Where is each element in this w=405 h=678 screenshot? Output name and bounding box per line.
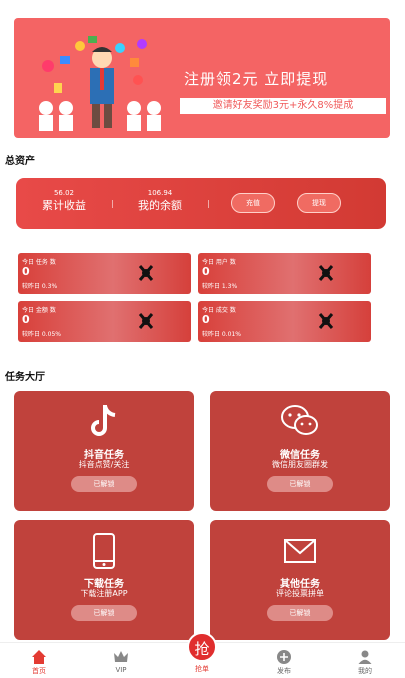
assets-card: 56.02 累计收益 106.94 我的余额 充值 提现 [16,178,386,229]
stat-value: 0 [22,265,30,278]
unlocked-button[interactable]: 已解锁 [71,605,137,621]
task-desc: 微信朋友圈群发 [272,460,328,469]
task-desc: 抖音点赞/关注 [78,460,130,469]
trend-icon [318,313,334,329]
stat-value: 0 [202,313,210,326]
nav-label: 首页 [32,667,46,675]
plus-circle-icon [264,649,304,665]
stat-compare: 较昨日 0.05% [22,331,61,338]
unlocked-button[interactable]: 已解锁 [267,605,333,621]
unlocked-button[interactable]: 已解锁 [71,476,137,492]
balance-block: 106.94 我的余额 [132,188,188,214]
task-card-other[interactable]: 其他任务 评论投票拼单 已解锁 [210,520,390,640]
earnings-label: 累计收益 [42,199,86,212]
trend-icon [318,265,334,281]
phone-icon [14,532,194,570]
withdraw-button[interactable]: 提现 [297,193,341,213]
wechat-icon [210,403,390,441]
stat-compare: 较昨日 1.3% [202,283,238,290]
task-card-download[interactable]: 下载任务 下载注册APP 已解锁 [14,520,194,640]
stat-compare: 较昨日 0.01% [202,331,241,338]
mail-icon [210,532,390,570]
trend-icon [138,313,154,329]
user-icon [345,649,385,665]
nav-mine[interactable]: 我的 [345,649,385,676]
unlocked-button[interactable]: 已解锁 [267,476,333,492]
nav-vip[interactable]: VIP [101,649,141,674]
assets-section-title: 总资产 [5,156,35,167]
stat-value: 0 [202,265,210,278]
divider [208,200,209,208]
page: 注册领2元 立即提现 邀请好友奖励3元+永久8%提成 总资产 56.02 累计收… [0,0,405,678]
task-card-douyin[interactable]: 抖音任务 抖音点赞/关注 已解锁 [14,391,194,511]
nav-publish[interactable]: 发布 [264,649,304,676]
balance-label: 我的余额 [138,199,182,212]
task-desc: 评论投票拼单 [276,589,324,598]
nav-label: 发布 [277,667,291,675]
balance-value: 106.94 [147,189,173,197]
task-desc: 下载注册APP [80,589,128,598]
stat-card-amount: 今日 金额 数 0 较昨日 0.05% [18,301,191,342]
crown-icon [101,649,141,665]
stat-compare: 较昨日 0.3% [22,283,58,290]
tiktok-icon [14,403,194,441]
stat-value: 0 [22,313,30,326]
banner-subtitle: 邀请好友奖励3元+永久8%提成 [180,98,386,114]
tasks-section-title: 任务大厅 [5,372,45,383]
grab-order-label: 抢单 [195,665,209,673]
stat-card-deals: 今日 成交 数 0 较昨日 0.01% [198,301,371,342]
recharge-button[interactable]: 充值 [231,193,275,213]
earnings-block: 56.02 累计收益 [36,188,92,214]
promo-illustration [39,36,161,131]
nav-label: VIP [115,666,127,674]
task-card-wechat[interactable]: 微信任务 微信朋友圈群发 已解锁 [210,391,390,511]
trend-icon [138,265,154,281]
divider [112,200,113,208]
nav-home[interactable]: 首页 [19,649,59,676]
stat-card-users: 今日 用户 数 0 较昨日 1.3% [198,253,371,294]
stat-card-tasks: 今日 任务 数 0 较昨日 0.3% [18,253,191,294]
banner-title: 注册领2元 立即提现 [184,70,329,88]
promo-banner[interactable]: 注册领2元 立即提现 邀请好友奖励3元+永久8%提成 [14,18,390,138]
earnings-value: 56.02 [53,189,75,197]
grab-order-button[interactable]: 抢 [187,632,217,662]
home-icon [19,649,59,665]
nav-label: 我的 [358,667,372,675]
